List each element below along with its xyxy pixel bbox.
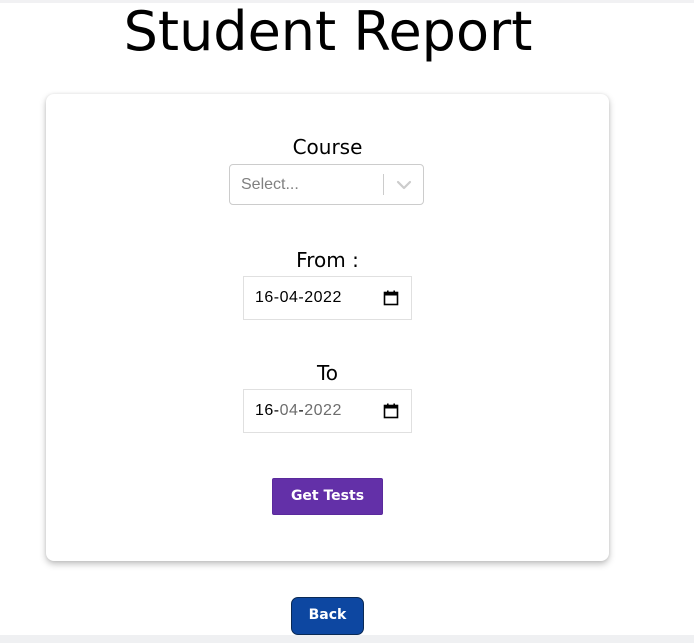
- report-form-card: Course Select... From : 16-04-2022 To 16…: [46, 94, 609, 561]
- to-date-value: 16-04-2022: [255, 402, 342, 419]
- to-date-input[interactable]: 16-04-2022: [243, 389, 412, 433]
- course-label: Course: [292, 135, 363, 159]
- calendar-icon[interactable]: [383, 290, 399, 306]
- get-tests-button[interactable]: Get Tests: [272, 478, 383, 515]
- to-date-year[interactable]: 2022: [304, 402, 342, 419]
- from-date-month[interactable]: 04: [280, 289, 299, 306]
- course-select[interactable]: Select...: [229, 164, 424, 205]
- to-date-day[interactable]: 16: [255, 402, 274, 419]
- to-label: To: [316, 361, 339, 385]
- calendar-icon[interactable]: [383, 403, 399, 419]
- from-label: From :: [296, 248, 359, 272]
- page-title: Student Report: [123, 0, 533, 63]
- from-date-value: 16-04-2022: [255, 289, 342, 306]
- from-date-day[interactable]: 16: [255, 289, 274, 306]
- select-separator: [383, 174, 384, 195]
- to-date-month[interactable]: 04: [280, 402, 299, 419]
- from-date-year[interactable]: 2022: [304, 289, 342, 306]
- bottom-strip: [0, 635, 694, 643]
- back-button[interactable]: Back: [291, 597, 364, 635]
- course-select-placeholder: Select...: [241, 176, 299, 193]
- from-date-input[interactable]: 16-04-2022: [243, 276, 412, 320]
- chevron-down-icon[interactable]: [394, 176, 414, 194]
